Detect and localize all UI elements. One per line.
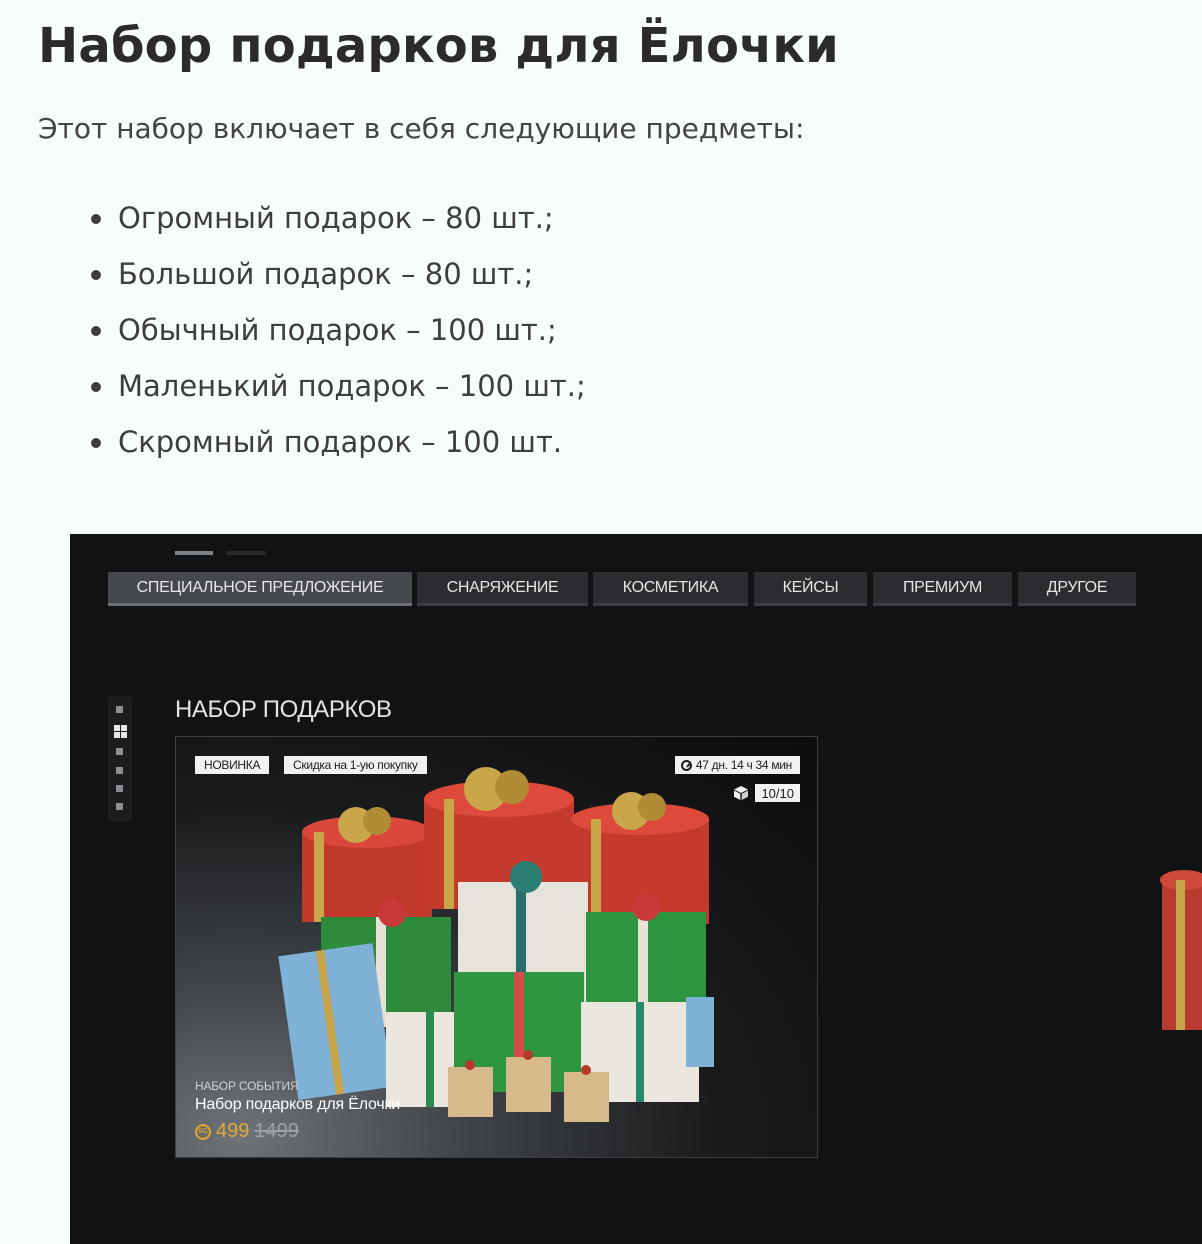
list-item: Маленький подарок – 100 шт.;	[91, 358, 586, 414]
quantity-badge: 10/10	[755, 784, 800, 802]
side-nav-dot[interactable]	[116, 748, 123, 755]
tab-equipment[interactable]: СНАРЯЖЕНИЕ	[417, 572, 588, 606]
list-item: Скромный подарок – 100 шт.	[91, 414, 586, 470]
box-icon	[734, 786, 749, 800]
discount-badge: Скидка на 1-ую покупку	[284, 756, 427, 774]
side-navigation	[108, 696, 132, 822]
next-offer-preview[interactable]	[1158, 866, 1202, 1036]
page-indicator-active[interactable]	[175, 551, 213, 555]
offer-name: Набор подарков для Ёлочки	[195, 1096, 401, 1113]
quantity-indicator: 10/10	[733, 784, 800, 802]
side-nav-dot[interactable]	[116, 706, 123, 713]
gift-items-list: Огромный подарок – 80 шт.; Большой подар…	[91, 190, 586, 470]
page-indicator[interactable]	[226, 551, 266, 555]
article-intro: Этот набор включает в себя следующие пре…	[38, 112, 805, 145]
tab-special-offer[interactable]: СПЕЦИАЛЬНОЕ ПРЕДЛОЖЕНИЕ	[108, 572, 412, 606]
tab-premium[interactable]: ПРЕМИУМ	[873, 572, 1012, 606]
tab-other[interactable]: ДРУГОЕ	[1018, 572, 1136, 606]
list-item: Огромный подарок – 80 шт.;	[91, 190, 586, 246]
side-nav-dot[interactable]	[116, 785, 123, 792]
current-price: 499	[216, 1120, 250, 1142]
list-item: Обычный подарок – 100 шт.;	[91, 302, 586, 358]
price-row: SC 499 1499	[195, 1120, 400, 1143]
article-title: Набор подарков для Ёлочки	[38, 18, 839, 74]
side-nav-dot[interactable]	[116, 803, 123, 810]
shop-screenshot: СПЕЦИАЛЬНОЕ ПРЕДЛОЖЕНИЕ СНАРЯЖЕНИЕ КОСМЕ…	[70, 534, 1202, 1244]
offer-type: НАБОР СОБЫТИЯ	[195, 1079, 299, 1093]
tab-cases[interactable]: КЕЙСЫ	[754, 572, 867, 606]
coin-icon: SC	[195, 1123, 211, 1140]
new-badge: НОВИНКА	[195, 756, 270, 774]
grid-icon[interactable]	[114, 725, 127, 738]
old-price: 1499	[254, 1120, 299, 1142]
offer-card[interactable]: НОВИНКА Скидка на 1-ую покупку 47 дн. 14…	[175, 736, 818, 1158]
timer-text: 47 дн. 14 ч 34 мин	[695, 758, 792, 772]
tab-cosmetics[interactable]: КОСМЕТИКА	[593, 572, 748, 606]
list-item: Большой подарок – 80 шт.;	[91, 246, 586, 302]
clock-icon	[680, 759, 692, 771]
offer-caption: НАБОР СОБЫТИЯ Набор подарков для Ёлочки …	[195, 1079, 400, 1143]
section-title: НАБОР ПОДАРКОВ	[175, 696, 392, 723]
side-nav-dot[interactable]	[116, 767, 123, 774]
timer-badge: 47 дн. 14 ч 34 мин	[674, 756, 800, 774]
